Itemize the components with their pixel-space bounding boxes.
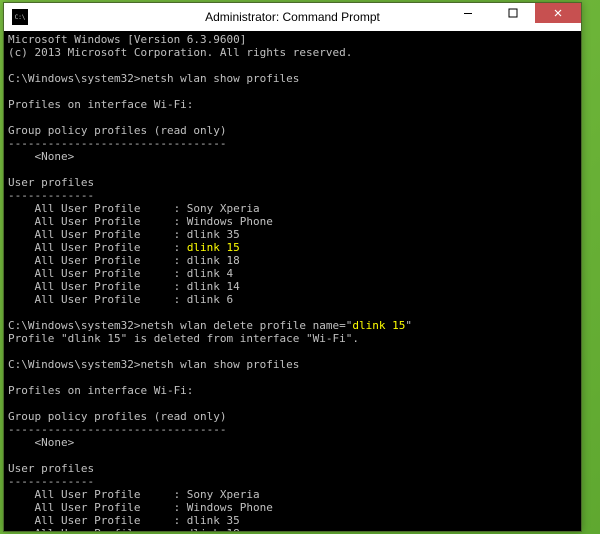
maximize-button[interactable] <box>490 3 535 23</box>
close-icon <box>553 8 563 18</box>
titlebar[interactable]: Administrator: Command Prompt <box>4 3 581 31</box>
maximize-icon <box>508 8 518 18</box>
minimize-icon <box>463 8 473 18</box>
window-controls <box>445 3 581 23</box>
close-button[interactable] <box>535 3 581 23</box>
minimize-button[interactable] <box>445 3 490 23</box>
command-prompt-window: Administrator: Command Prompt Microsoft … <box>3 2 582 532</box>
cmd-icon <box>12 9 28 25</box>
terminal-output[interactable]: Microsoft Windows [Version 6.3.9600] (c)… <box>4 31 581 531</box>
